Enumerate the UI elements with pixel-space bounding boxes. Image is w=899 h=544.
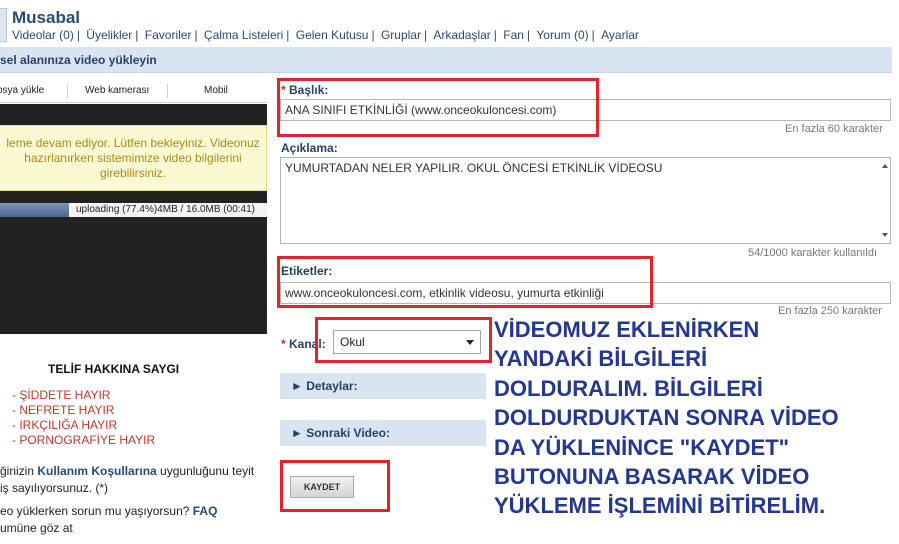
nav-fan[interactable]: Fan	[503, 28, 524, 42]
copyright-rule: - IRKÇILIĞA HAYIR	[12, 418, 118, 432]
description-text: YUMURTADAN NELER YAPILIR. OKUL ÖNCESİ ET…	[285, 161, 663, 175]
profile-nav: Videolar (0) | Üyelikler | Favoriler | Çalm…	[12, 28, 639, 42]
terms-link[interactable]: Kullanım Koşullarına	[37, 464, 156, 478]
tab-divider	[167, 84, 168, 98]
copyright-rule: - NEFRETE HAYIR	[12, 403, 115, 417]
upload-progress-text: uploading (77.4%)4MB / 16.0MB (00:41)	[76, 204, 255, 215]
upload-tabs: osya yükle Web kamerası Mobil	[0, 80, 267, 103]
tab-mobile[interactable]: Mobil	[204, 85, 228, 96]
notice-line: leme devam ediyor. Lütfen bekleyiniz. Vi…	[6, 136, 260, 150]
nav-friends[interactable]: Arkadaşlar	[433, 28, 490, 42]
description-hint: 54/1000 karakter kullanıldı	[748, 247, 878, 259]
nav-playlists[interactable]: Çalma Listeleri	[204, 28, 283, 42]
username[interactable]: Musabal	[12, 8, 80, 28]
upload-banner-title: sel alanınıza video yükleyin	[0, 53, 157, 67]
copyright-title: TELİF HAKKINA SAYGI	[48, 362, 180, 376]
annotation-box-tags	[277, 256, 653, 308]
terms-notice: ğinizin Kullanım Koşullarına uygunluğunu…	[0, 463, 254, 497]
faq-notice: eo yüklerken sorun mu yaşıyorsun? FAQ um…	[0, 503, 217, 537]
faq-text: eo yüklerken sorun mu yaşıyorsun?	[0, 504, 193, 518]
nav-favorites[interactable]: Favoriler	[145, 28, 192, 42]
copyright-rule: - ŞİDDETE HAYIR	[12, 388, 111, 402]
terms-text: iş sayılıyorsunuz. (*)	[0, 481, 109, 495]
notice-line: girebilirsiniz.	[99, 166, 167, 180]
instruction-line: YANDAKİ BİLGİLERİ	[494, 346, 708, 372]
nav-groups[interactable]: Gruplar	[381, 28, 421, 42]
description-textarea[interactable]: YUMURTADAN NELER YAPILIR. OKUL ÖNCESİ ET…	[280, 157, 891, 244]
annotation-box-channel	[315, 317, 492, 363]
instruction-line: DA YÜKLENİNCE "KAYDET"	[494, 434, 790, 460]
terms-text: uygunluğunu teyit	[156, 464, 255, 478]
progress-size: )4MB / 16.0MB (00:41)	[153, 204, 255, 215]
copyright-rule: - PORNOGRAFİYE HAYIR	[12, 433, 156, 447]
instruction-line: DOLDURDUKTAN SONRA VİDEO	[494, 405, 839, 431]
scroll-down-icon[interactable]	[882, 233, 888, 237]
nav-settings[interactable]: Ayarlar	[601, 28, 639, 42]
description-label: Açıklama:	[281, 141, 338, 155]
instruction-line: VİDEOMUZ EKLENİRKEN	[494, 317, 760, 342]
nav-videos[interactable]: Videolar (0)	[12, 28, 74, 42]
instruction-line: YÜKLEME İŞLEMİNİ BİTİRELİM.	[494, 493, 826, 519]
details-toggle[interactable]: ► Detaylar:	[280, 373, 486, 399]
title-hint: En fazla 60 karakter	[785, 123, 883, 135]
nav-memberships[interactable]: Üyelikler	[86, 28, 132, 42]
faq-text: umüne göz at	[0, 521, 73, 535]
terms-text: ğinizin	[0, 464, 38, 478]
tab-webcam[interactable]: Web kamerası	[85, 85, 149, 96]
notice-line: hazırlanırken sistemimize video bilgiler…	[24, 151, 242, 165]
avatar[interactable]	[0, 8, 7, 42]
instruction-line: BUTONUNA BASARAK VİDEO	[494, 464, 810, 490]
instruction-line: DOLDURALIM. BİLGİLERİ	[494, 375, 763, 401]
instruction-overlay: VİDEOMUZ EKLENİRKEN YANDAKİ BİLGİLERİ DO…	[494, 315, 899, 521]
progress-status: uploading (77.4%	[76, 204, 154, 215]
annotation-box-title	[277, 78, 599, 137]
upload-progress-fill	[0, 203, 69, 217]
tab-file-upload[interactable]: osya yükle	[0, 85, 44, 96]
annotation-box-save	[280, 460, 390, 512]
nav-inbox[interactable]: Gelen Kutusu	[296, 28, 369, 42]
next-video-toggle[interactable]: ► Sonraki Video:	[280, 420, 486, 446]
nav-comments[interactable]: Yorum (0)	[536, 28, 588, 42]
faq-link[interactable]: FAQ	[193, 504, 218, 518]
tab-divider	[67, 84, 68, 98]
processing-notice: leme devam ediyor. Lütfen bekleyiniz. Vi…	[0, 125, 267, 191]
scroll-up-icon[interactable]	[882, 164, 888, 168]
